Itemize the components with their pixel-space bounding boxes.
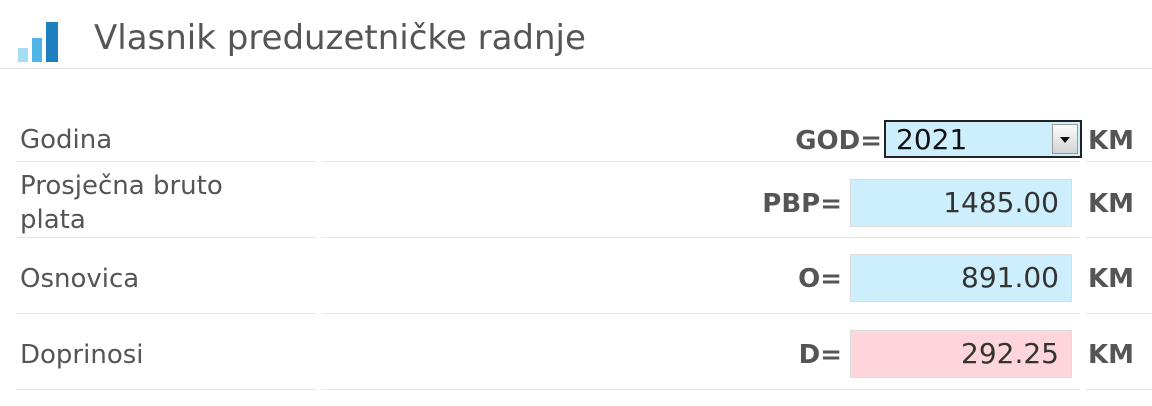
row-divider <box>16 161 316 162</box>
row-divider <box>322 313 1080 314</box>
average-gross-salary-unit: KM <box>1088 189 1135 219</box>
base-field[interactable]: 891.00 <box>850 254 1072 302</box>
row-divider <box>16 237 316 238</box>
year-label: Godina <box>20 125 113 155</box>
row-divider <box>1086 161 1152 162</box>
row-divider <box>322 237 1080 238</box>
row-base: Osnovica O= 891.00 KM <box>0 239 1152 315</box>
row-divider <box>1086 389 1152 390</box>
page-title: Vlasnik preduzetničke radnje <box>94 18 586 58</box>
contributions-symbol: D= <box>798 340 842 370</box>
base-label: Osnovica <box>20 264 140 294</box>
row-year: Godina GOD= 2021 KM <box>0 115 1152 165</box>
average-gross-salary-field[interactable]: 1485.00 <box>850 179 1072 227</box>
year-unit: KM <box>1088 126 1135 156</box>
row-divider <box>16 313 316 314</box>
row-contributions: Doprinosi D= 292.25 KM <box>0 315 1152 391</box>
base-symbol: O= <box>798 264 842 294</box>
average-gross-salary-symbol: PBP= <box>762 189 842 219</box>
row-divider <box>1086 237 1152 238</box>
bar-chart-icon <box>18 22 58 62</box>
row-divider <box>16 389 316 390</box>
year-select-value: 2021 <box>896 123 968 156</box>
row-average-gross-salary: Prosječna bruto plata PBP= 1485.00 KM <box>0 165 1152 239</box>
contributions-label: Doprinosi <box>20 340 144 370</box>
chevron-down-icon <box>1060 137 1070 143</box>
average-gross-salary-label: Prosječna bruto plata <box>20 171 223 235</box>
page-header: Vlasnik preduzetničke radnje <box>0 0 1152 69</box>
year-symbol: GOD= <box>795 126 882 156</box>
row-divider <box>1086 313 1152 314</box>
contributions-unit: KM <box>1088 340 1135 370</box>
row-divider <box>322 389 1080 390</box>
base-unit: KM <box>1088 264 1135 294</box>
row-divider <box>322 161 1080 162</box>
dropdown-button[interactable] <box>1052 124 1078 154</box>
contributions-field: 292.25 <box>850 330 1072 378</box>
year-select[interactable]: 2021 <box>884 120 1082 158</box>
